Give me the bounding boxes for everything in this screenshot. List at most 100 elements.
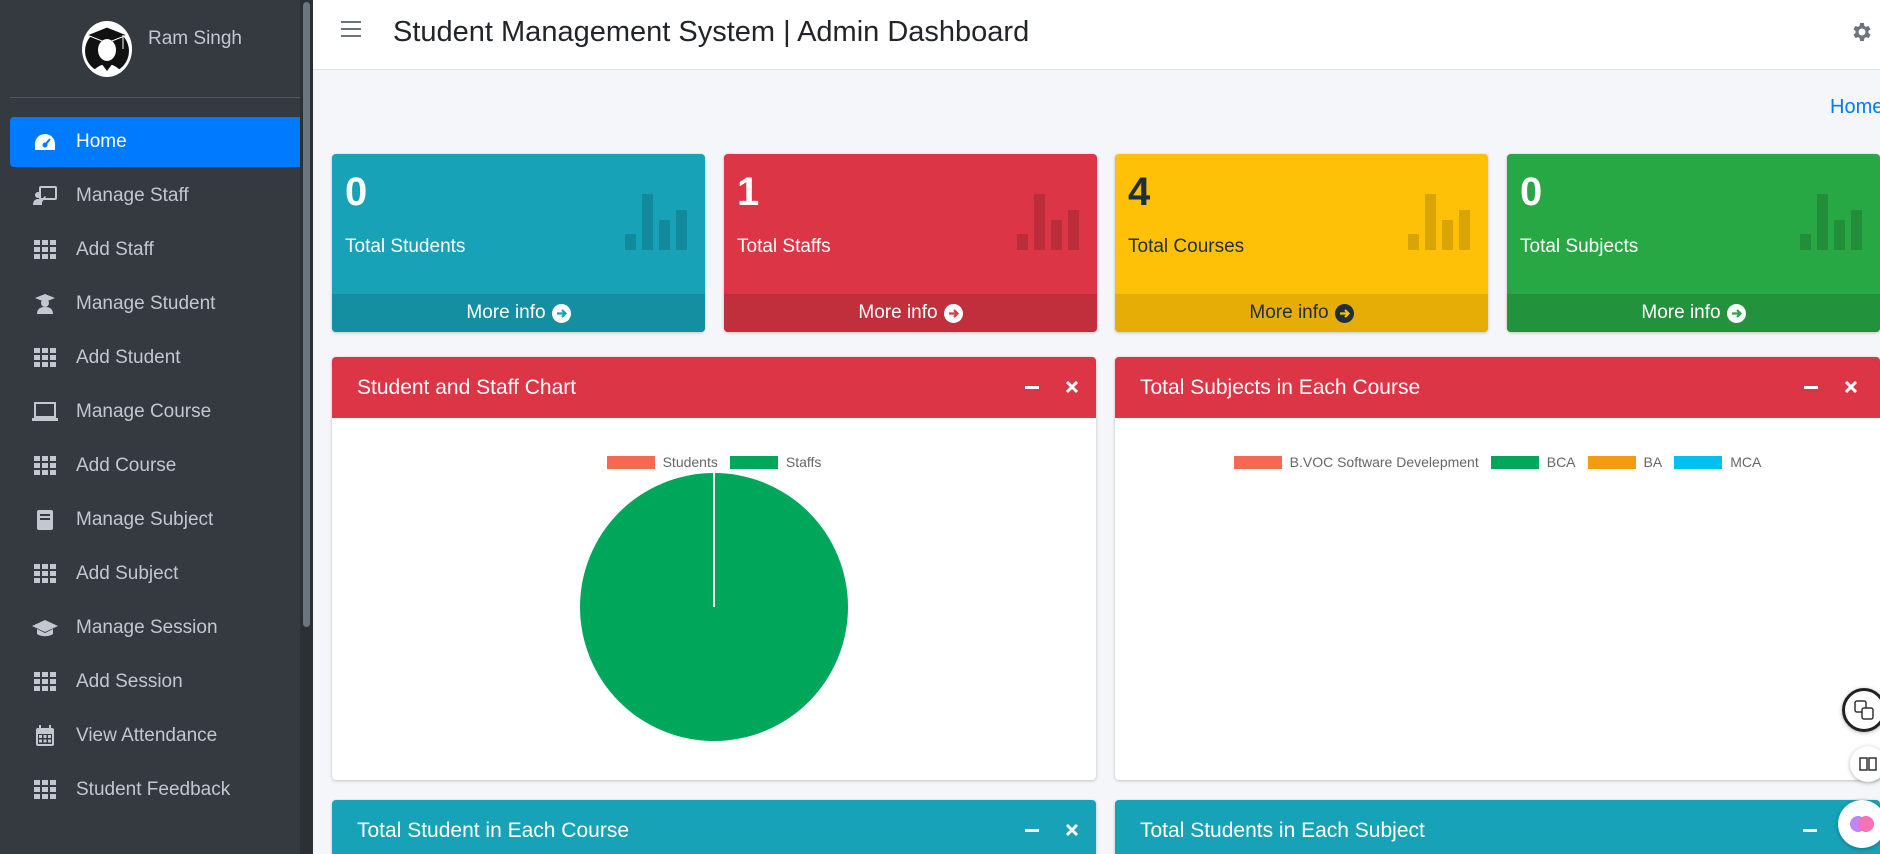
card-student-staff-chart: Student and Staff Chart Students Staffs	[332, 357, 1096, 780]
card-header: Student and Staff Chart	[332, 357, 1096, 418]
grid-icon	[32, 455, 58, 477]
page-title: Student Management System | Admin Dashbo…	[393, 16, 1030, 48]
more-info-label: More info	[1249, 302, 1329, 323]
sidebar: Ram Singh Home Manage Staff Add Staff Manag…	[0, 0, 313, 854]
graduate-avatar-icon	[85, 25, 129, 73]
avatar[interactable]	[82, 20, 132, 77]
card-header: Total Subjects in Each Course	[1115, 357, 1880, 418]
grid-icon	[32, 563, 58, 585]
sidebar-item-label: Manage Student	[76, 293, 216, 314]
card-title: Student and Staff Chart	[357, 375, 577, 399]
close-icon[interactable]	[1841, 377, 1861, 397]
legend-label: BCA	[1546, 454, 1576, 470]
sidebar-item-label: Add Subject	[76, 563, 179, 584]
sidebar-item-student-feedback[interactable]: Student Feedback	[10, 765, 303, 815]
gear-icon[interactable]	[1849, 20, 1873, 44]
sidebar-item-label: Add Staff	[76, 239, 154, 260]
legend-swatch	[1233, 455, 1282, 469]
minus-icon[interactable]	[1800, 820, 1820, 840]
stat-label: Total Staffs	[737, 236, 831, 257]
card-students-subject-chart: Total Students in Each Subject	[1115, 800, 1880, 854]
stat-value: 0	[345, 170, 368, 214]
laptop-icon	[32, 401, 58, 423]
legend-item[interactable]: BA	[1587, 454, 1663, 470]
close-icon[interactable]	[1062, 377, 1082, 397]
minus-icon[interactable]	[1022, 820, 1042, 840]
card-title: Total Student in Each Course	[357, 818, 629, 842]
sidebar-item-manage-course[interactable]: Manage Course	[10, 387, 303, 437]
legend-label: Staffs	[785, 454, 822, 470]
bar-chart-icon	[1017, 194, 1079, 250]
card-header: Total Student in Each Course	[332, 800, 1096, 854]
book-icon	[32, 509, 58, 531]
menu-toggle-icon[interactable]	[341, 21, 361, 41]
sidebar-item-add-subject[interactable]: Add Subject	[10, 549, 303, 599]
more-info-link[interactable]: More info	[1507, 294, 1880, 332]
legend-label: MCA	[1730, 454, 1762, 470]
sidebar-item-label: Home	[76, 131, 127, 152]
legend-item[interactable]: B.VOC Software Develepment	[1233, 454, 1479, 470]
sidebar-item-manage-subject[interactable]: Manage Subject	[10, 495, 303, 545]
reader-icon[interactable]	[1850, 746, 1880, 782]
grid-icon	[32, 347, 58, 369]
sidebar-item-add-staff[interactable]: Add Staff	[10, 225, 303, 275]
user-name[interactable]: Ram Singh	[148, 28, 242, 50]
legend-label: Students	[662, 454, 718, 470]
sidebar-scrollbar[interactable]	[300, 0, 313, 854]
translate-icon[interactable]	[1842, 688, 1880, 732]
legend-swatch	[1587, 455, 1636, 469]
sidebar-item-add-student[interactable]: Add Student	[10, 333, 303, 383]
stat-value: 4	[1128, 170, 1151, 214]
grid-icon	[32, 671, 58, 693]
grid-icon	[32, 239, 58, 261]
more-info-label: More info	[466, 302, 546, 323]
sidebar-item-manage-session[interactable]: Manage Session	[10, 603, 303, 653]
calendar-icon	[32, 725, 58, 747]
more-info-label: More info	[858, 302, 938, 323]
stat-label: Total Courses	[1128, 236, 1245, 257]
pie-chart	[580, 473, 848, 741]
bar-chart-icon	[1408, 194, 1470, 250]
user-graduate-icon	[32, 293, 58, 315]
legend-label: BA	[1643, 454, 1663, 470]
legend-item[interactable]: BCA	[1490, 454, 1576, 470]
stat-box-staffs: 1 Total Staffs More info	[724, 154, 1097, 332]
legend-item[interactable]: MCA	[1674, 454, 1761, 470]
more-info-link[interactable]: More info	[332, 294, 705, 332]
minus-icon[interactable]	[1022, 377, 1042, 397]
sidebar-item-label: Manage Course	[76, 401, 212, 422]
dashboard-icon	[32, 131, 58, 153]
chart-legend: B.VOC Software Develepment BCA BA MCA	[1115, 454, 1880, 470]
sidebar-item-add-session[interactable]: Add Session	[10, 657, 303, 707]
legend-label: B.VOC Software Develepment	[1289, 454, 1479, 470]
stat-label: Total Students	[345, 236, 466, 257]
sidebar-item-label: Manage Session	[76, 617, 218, 638]
stat-label: Total Subjects	[1520, 236, 1639, 257]
legend-swatch	[1674, 455, 1723, 469]
brain-icon[interactable]	[1838, 800, 1880, 848]
sidebar-item-label: Add Student	[76, 347, 181, 368]
more-info-link[interactable]: More info	[724, 294, 1097, 332]
legend-swatch	[729, 455, 778, 469]
legend-item[interactable]: Staffs	[729, 454, 822, 470]
more-info-link[interactable]: More info	[1115, 294, 1488, 332]
sidebar-item-add-course[interactable]: Add Course	[10, 441, 303, 491]
sidebar-item-home[interactable]: Home	[10, 117, 303, 167]
sidebar-item-view-attendance[interactable]: View Attendance	[10, 711, 303, 761]
minus-icon[interactable]	[1801, 377, 1821, 397]
sidebar-scrollbar-thumb[interactable]	[303, 2, 310, 627]
more-info-label: More info	[1641, 302, 1721, 323]
arrow-circle-right-icon	[551, 303, 571, 323]
card-header: Total Students in Each Subject	[1115, 800, 1880, 854]
sidebar-item-label: View Attendance	[76, 725, 218, 746]
sidebar-item-label: Add Session	[76, 671, 183, 692]
bar-chart-icon	[1800, 194, 1862, 250]
breadcrumb-home[interactable]: Home	[1830, 96, 1880, 119]
grid-icon	[32, 779, 58, 801]
chalkboard-teacher-icon	[32, 185, 58, 207]
legend-item[interactable]: Students	[606, 454, 718, 470]
close-icon[interactable]	[1062, 820, 1082, 840]
stat-value: 0	[1520, 170, 1543, 214]
sidebar-item-manage-student[interactable]: Manage Student	[10, 279, 303, 329]
sidebar-item-manage-staff[interactable]: Manage Staff	[10, 171, 303, 221]
